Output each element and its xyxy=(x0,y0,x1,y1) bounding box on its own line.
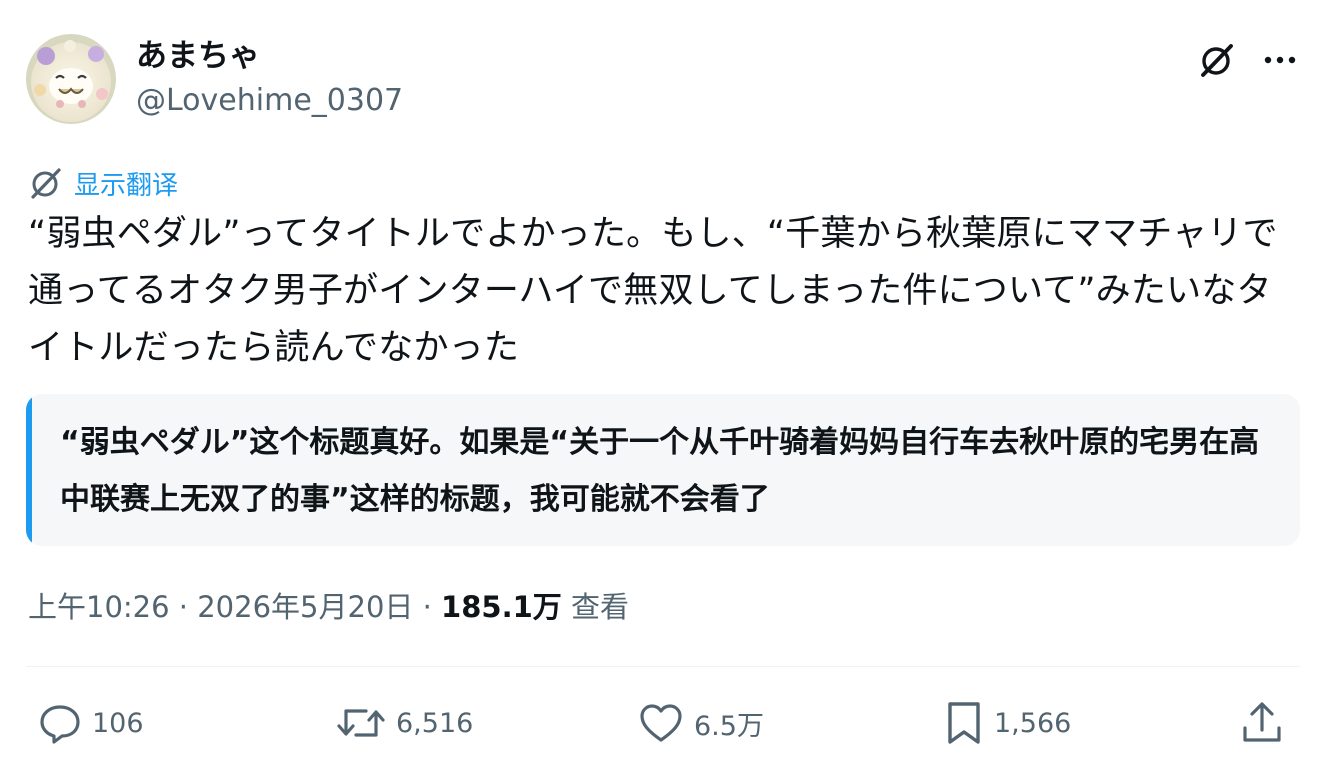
share-upload-icon xyxy=(1240,700,1284,746)
divider xyxy=(26,666,1300,667)
tweet-text: “弱虫ペダル”ってタイトルでよかった。もし、“千葉から秋葉原にママチャリで通って… xyxy=(28,214,1278,368)
share-button[interactable] xyxy=(1240,698,1284,748)
repost-button[interactable]: 6,516 xyxy=(336,698,473,748)
grok-icon xyxy=(1197,40,1237,80)
translation-text: “弱虫ペダル”这个标题真好。如果是“关于一个从千叶骑着妈妈自行车去秋叶原的宅男在… xyxy=(60,425,1260,517)
reply-count: 106 xyxy=(92,707,144,739)
reply-bubble-icon xyxy=(38,701,82,745)
author-name[interactable]: あまちゃ xyxy=(136,34,260,78)
reply-button[interactable]: 106 xyxy=(38,698,144,748)
bookmark-button[interactable]: 1,566 xyxy=(944,698,1071,748)
tweet-meta: 上午10:26 · 2026年5月20日 · 185.1万 查看 xyxy=(28,584,629,630)
translation-box: “弱虫ペダル”这个标题真好。如果是“关于一个从千叶骑着妈妈自行车去秋叶原的宅男在… xyxy=(26,394,1300,546)
tweet: あまちゃ @Lovehime_0307 显示翻译 “弱虫ペダル”ってタイトルでよ… xyxy=(0,0,1330,764)
like-button[interactable]: 6.5万 xyxy=(638,698,764,748)
translation-accent-bar xyxy=(26,394,32,546)
views-count[interactable]: 185.1万 xyxy=(441,590,562,624)
author-handle[interactable]: @Lovehime_0307 xyxy=(136,80,403,122)
meta-separator: · xyxy=(169,590,198,624)
like-count: 6.5万 xyxy=(694,710,764,742)
bookmark-icon xyxy=(944,700,984,746)
heart-icon xyxy=(638,702,684,744)
more-options-button[interactable] xyxy=(1258,38,1302,82)
repost-arrows-icon xyxy=(336,701,386,745)
grok-button[interactable] xyxy=(1195,38,1239,82)
bookmark-count: 1,566 xyxy=(994,707,1072,739)
show-translation-link[interactable]: 显示翻译 xyxy=(28,160,178,206)
tweet-time[interactable]: 上午10:26 xyxy=(28,590,170,624)
show-translation-label: 显示翻译 xyxy=(74,170,179,201)
views-label: 查看 xyxy=(561,590,629,624)
more-dots-icon xyxy=(1262,54,1298,66)
avatar[interactable] xyxy=(26,34,116,124)
translate-icon xyxy=(28,165,64,201)
tweet-date[interactable]: 2026年5月20日 xyxy=(197,590,413,624)
meta-separator: · xyxy=(413,590,442,624)
repost-count: 6,516 xyxy=(396,707,474,739)
